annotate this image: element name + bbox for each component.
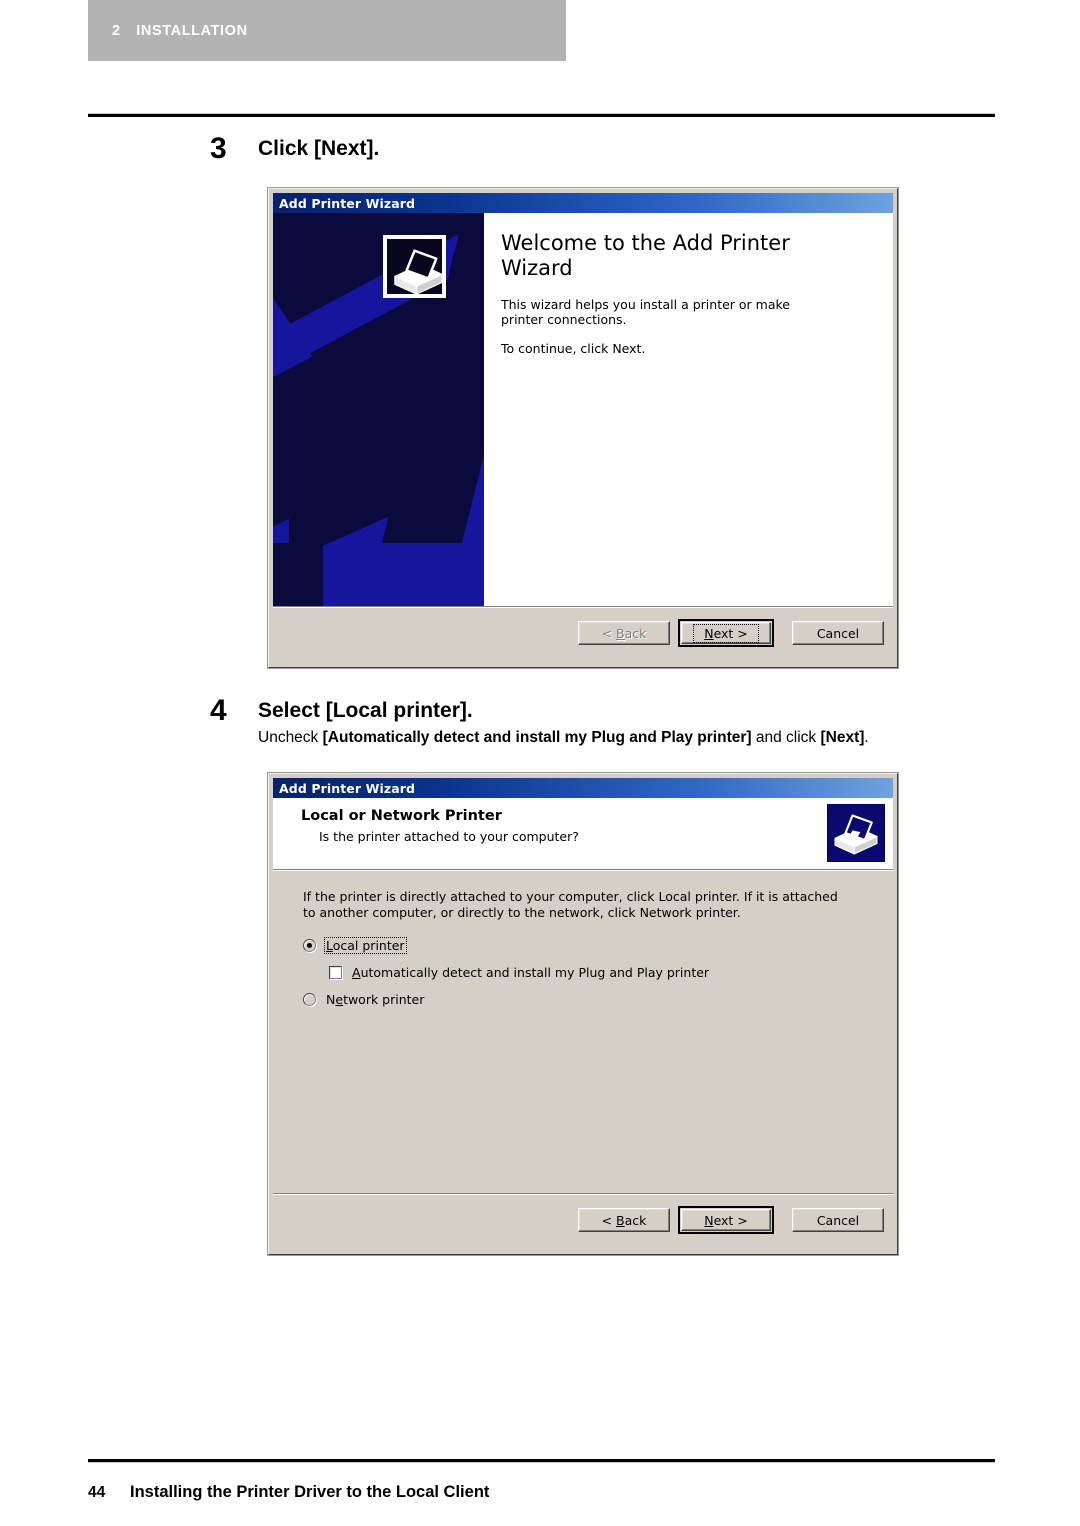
back-button[interactable]: < Back [578, 1208, 670, 1232]
next-button-inner: Next > [681, 622, 771, 644]
cancel-button[interactable]: Cancel [792, 621, 884, 645]
step-3-number: 3 [210, 132, 227, 165]
next-button[interactable]: Next > [678, 619, 774, 647]
next-button[interactable]: Next > [678, 1206, 774, 1234]
dialog2-title-text: Add Printer Wizard [279, 780, 416, 796]
chapter-number: 2 [112, 22, 121, 39]
wizard-banner-graphic [273, 213, 484, 606]
back-button-label: < Back [601, 625, 647, 641]
dialog1-titlebar[interactable]: Add Printer Wizard [273, 193, 893, 213]
dialog1-title-text: Add Printer Wizard [279, 195, 416, 211]
dialog2-subheading: Is the printer attached to your computer… [319, 829, 579, 844]
step-4-subtitle: Uncheck [Automatically detect and instal… [258, 729, 869, 746]
dialog1-body: Welcome to the Add Printer Wizard This w… [273, 213, 893, 663]
radio-selected-dot [307, 943, 312, 948]
dialog2-instruction-text: If the printer is directly attached to y… [303, 889, 838, 920]
network-printer-radio-row[interactable]: Network printer [303, 991, 871, 1008]
printer-icon [827, 804, 885, 862]
footer-section-title: Installing the Printer Driver to the Loc… [130, 1483, 490, 1501]
dialog2-titlebar[interactable]: Add Printer Wizard [273, 778, 893, 798]
back-button-label: < Back [601, 1212, 647, 1228]
add-printer-wizard-welcome-dialog[interactable]: Add Printer Wizard Welcome to the Add Pr… [268, 188, 898, 668]
chapter-title: INSTALLATION [136, 22, 248, 39]
dialog1-button-bar: < Back Next > Cancel [273, 606, 893, 663]
dialog2-button-bar: < Back Next > Cancel [273, 1193, 893, 1250]
chapter-header-band: 2 INSTALLATION [88, 0, 566, 61]
step-4-title: Select [Local printer]. [258, 699, 473, 722]
auto-detect-checkbox[interactable] [329, 966, 342, 979]
banner-shadow-left [273, 543, 323, 606]
dialog-inner-frame: Add Printer Wizard Welcome to the Add Pr… [272, 192, 894, 664]
step-3-title: Click [Next]. [258, 137, 380, 160]
cancel-button-label: Cancel [816, 625, 860, 641]
dialog2-header-area: Local or Network Printer Is the printer … [273, 798, 893, 870]
next-button-label: Next > [704, 1212, 748, 1228]
page-number: 44 [88, 1484, 106, 1501]
local-printer-label[interactable]: Local printer [324, 937, 407, 954]
next-button-label: Next > [693, 623, 759, 643]
add-printer-wizard-local-network-dialog[interactable]: Add Printer Wizard Local or Network Prin… [268, 773, 898, 1255]
footer-divider-rule [88, 1459, 995, 1463]
network-printer-radio[interactable] [303, 993, 316, 1006]
local-printer-radio-row[interactable]: Local printer [303, 937, 871, 954]
step-4: 4 Select [Local printer]. Uncheck [Autom… [210, 696, 1040, 756]
network-printer-label[interactable]: Network printer [324, 991, 426, 1008]
step-3: 3 Click [Next]. [210, 134, 1010, 174]
step-4-number: 4 [210, 694, 227, 727]
dialog1-buttons: < Back Next > Cancel [578, 619, 884, 647]
cancel-button[interactable]: Cancel [792, 1208, 884, 1232]
dialog2-heading: Local or Network Printer [301, 808, 502, 824]
dialog2-inner-frame: Add Printer Wizard Local or Network Prin… [272, 777, 894, 1251]
cancel-button-label: Cancel [816, 1212, 860, 1228]
printer-icon [383, 235, 446, 298]
auto-detect-checkbox-row[interactable]: Automatically detect and install my Plug… [329, 964, 871, 981]
local-printer-radio[interactable] [303, 939, 316, 952]
auto-detect-label[interactable]: Automatically detect and install my Plug… [350, 964, 711, 981]
welcome-heading: Welcome to the Add Printer Wizard [501, 231, 790, 280]
welcome-paragraph-2: To continue, click Next. [501, 341, 646, 356]
back-button[interactable]: < Back [578, 621, 670, 645]
welcome-paragraph-1: This wizard helps you install a printer … [501, 297, 790, 327]
next-button-inner: Next > [681, 1209, 771, 1231]
dialog2-buttons: < Back Next > Cancel [578, 1206, 884, 1234]
header-divider-rule [88, 113, 995, 117]
dialog1-content: Welcome to the Add Printer Wizard This w… [484, 213, 893, 606]
dialog2-body: If the printer is directly attached to y… [273, 871, 893, 1193]
